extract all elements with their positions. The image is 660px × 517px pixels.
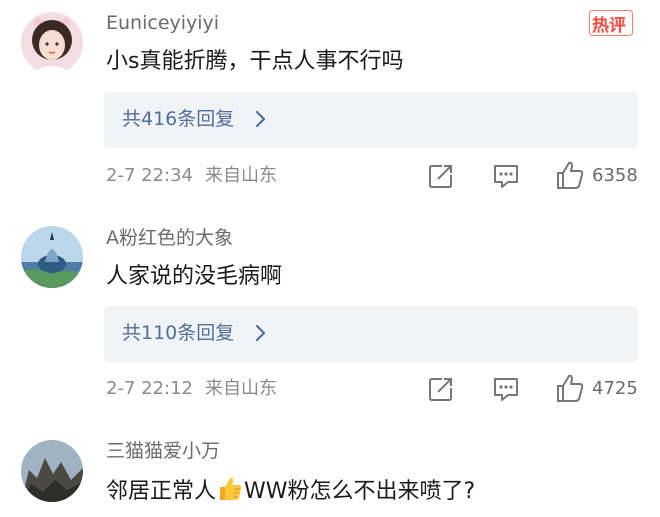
avatar[interactable] bbox=[21, 440, 83, 502]
user-avatar-image bbox=[21, 440, 83, 502]
thumbs-up-emoji-icon bbox=[220, 477, 242, 500]
like-button[interactable] bbox=[556, 373, 584, 407]
comment-meta: 2-7 22:34 来自山东 bbox=[106, 165, 277, 187]
view-replies-button[interactable]: 共416条回复 bbox=[104, 92, 638, 148]
username[interactable]: A粉红色的大象 bbox=[106, 227, 233, 249]
comment-text: 小s真能折腾，干点人事不行吗 bbox=[106, 49, 404, 74]
comment-icon bbox=[494, 378, 518, 401]
user-avatar-image bbox=[21, 12, 83, 74]
chevron-right-icon bbox=[255, 324, 266, 342]
replies-count-label: 共416条回复 bbox=[122, 108, 235, 130]
thumbs-up-icon bbox=[557, 374, 584, 402]
share-icon bbox=[429, 378, 452, 401]
view-replies-button[interactable]: 共110条回复 bbox=[104, 306, 638, 362]
comment-3: 三猫猫爱小万 邻居正常人 WW粉怎么不出来喷了? bbox=[0, 420, 660, 517]
comment-icon bbox=[494, 165, 518, 188]
location: 来自山东 bbox=[205, 378, 277, 399]
like-count: 6358 bbox=[592, 165, 638, 186]
share-icon bbox=[429, 165, 452, 188]
user-avatar-image bbox=[21, 226, 83, 288]
share-button[interactable] bbox=[428, 163, 454, 193]
hot-badge-label: 热评 bbox=[592, 16, 626, 36]
avatar[interactable] bbox=[21, 226, 83, 288]
comment-button[interactable] bbox=[492, 376, 520, 406]
like-button[interactable] bbox=[556, 160, 584, 194]
timestamp: 2-7 22:12 bbox=[106, 378, 193, 399]
timestamp: 2-7 22:34 bbox=[106, 165, 193, 186]
share-button[interactable] bbox=[428, 376, 454, 406]
comment-1: Euniceyiyiyi 热评 小s真能折腾，干点人事不行吗 共416条回复 2… bbox=[0, 0, 660, 205]
comment-text: 人家说的没毛病啊 bbox=[106, 264, 283, 289]
chevron-right-icon bbox=[255, 110, 266, 128]
like-count: 4725 bbox=[592, 378, 638, 399]
thumbs-up-icon bbox=[557, 161, 584, 189]
comment-text-part-1: 邻居正常人 bbox=[106, 479, 217, 504]
comment-button[interactable] bbox=[492, 163, 520, 193]
comment-meta: 2-7 22:12 来自山东 bbox=[106, 378, 277, 400]
location: 来自山东 bbox=[205, 165, 277, 186]
comment-2: A粉红色的大象 人家说的没毛病啊 共110条回复 2-7 22:12 来自山东 4… bbox=[0, 205, 660, 420]
replies-count-label: 共110条回复 bbox=[122, 322, 235, 344]
username[interactable]: Euniceyiyiyi bbox=[106, 12, 219, 34]
username[interactable]: 三猫猫爱小万 bbox=[106, 440, 220, 462]
comment-text-part-2: WW粉怎么不出来喷了? bbox=[244, 479, 476, 504]
comment-text: 邻居正常人 WW粉怎么不出来喷了? bbox=[106, 476, 475, 506]
avatar[interactable] bbox=[21, 12, 83, 74]
hot-comment-badge: 热评 bbox=[589, 10, 633, 36]
